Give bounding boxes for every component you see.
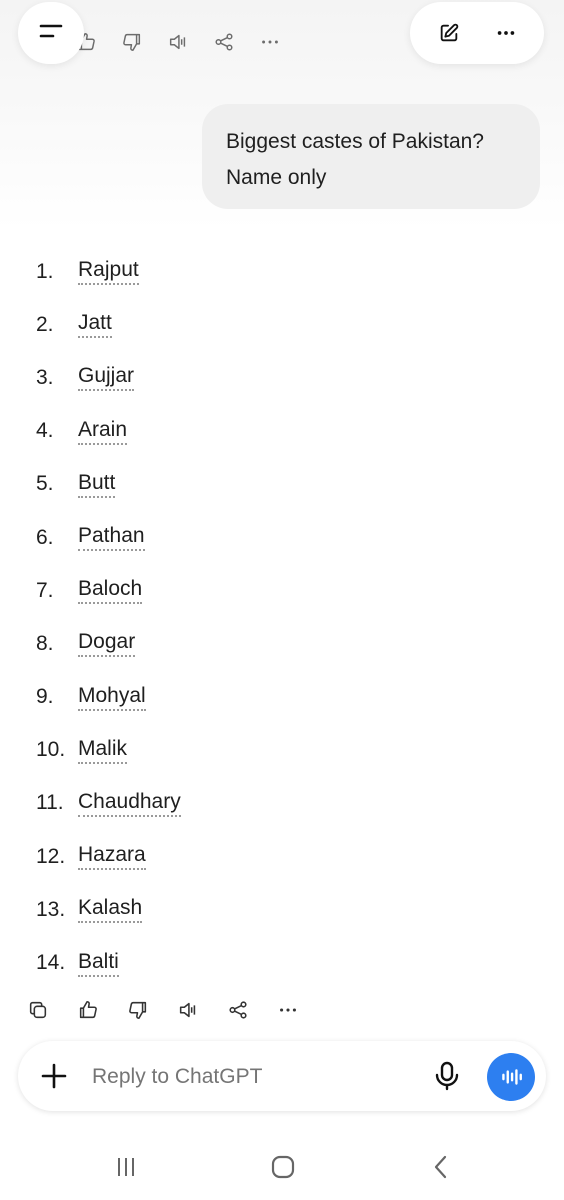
recents-icon bbox=[118, 1158, 134, 1176]
list-item: 7. Baloch bbox=[36, 564, 181, 617]
caste-name-link[interactable]: Rajput bbox=[78, 258, 139, 286]
user-message-line: Biggest castes of Pakistan? bbox=[226, 130, 484, 153]
caste-name-link[interactable]: Hazara bbox=[78, 843, 146, 871]
speaker-icon[interactable] bbox=[172, 994, 204, 1026]
list-number: 5. bbox=[36, 472, 54, 496]
caste-name-link[interactable]: Dogar bbox=[78, 630, 136, 658]
list-item: 4. Arain bbox=[36, 405, 181, 458]
add-attachment-button[interactable] bbox=[38, 1060, 70, 1092]
reply-input[interactable] bbox=[90, 1063, 394, 1091]
edit-icon bbox=[440, 23, 458, 42]
list-item: 1. Rajput bbox=[36, 245, 181, 298]
speaker-icon[interactable] bbox=[162, 26, 194, 58]
sidebar-menu-button[interactable] bbox=[18, 2, 84, 64]
list-item: 3. Gujjar bbox=[36, 351, 181, 404]
thumbs-down-icon[interactable] bbox=[116, 26, 148, 58]
list-number: 2. bbox=[36, 312, 54, 336]
list-item: 13. Kalash bbox=[36, 883, 181, 936]
list-item: 10. Malik bbox=[36, 724, 181, 777]
more-icon[interactable] bbox=[272, 994, 304, 1026]
list-number: 3. bbox=[36, 365, 54, 389]
list-item: 14. Balti bbox=[36, 936, 181, 989]
list-number: 4. bbox=[36, 419, 54, 443]
assistant-answer-list: 1. Rajput 2. Jatt 3. Gujjar 4. Arain 5. Butt … bbox=[36, 245, 181, 990]
thumbs-down-icon[interactable] bbox=[122, 994, 154, 1026]
voice-mode-button[interactable] bbox=[487, 1053, 535, 1101]
more-icon bbox=[497, 31, 514, 35]
share-icon[interactable] bbox=[208, 26, 240, 58]
caste-name-link[interactable]: Malik bbox=[78, 737, 128, 764]
list-number: 11. bbox=[36, 791, 64, 815]
mic-icon bbox=[435, 1061, 459, 1091]
caste-name-link[interactable]: Gujjar bbox=[78, 364, 135, 392]
caste-name-link[interactable]: Butt bbox=[78, 471, 116, 498]
assistant-message-actions bbox=[22, 994, 304, 1026]
share-icon[interactable] bbox=[222, 994, 254, 1026]
list-number: 12. bbox=[36, 844, 66, 868]
options-button[interactable] bbox=[490, 17, 522, 49]
user-message-bubble: Biggest castes of Pakistan? Name only bbox=[202, 104, 540, 209]
list-number: 10. bbox=[36, 738, 66, 762]
caste-name-link[interactable]: Mohyal bbox=[78, 684, 146, 711]
new-chat-button[interactable] bbox=[433, 17, 465, 49]
composer-bar bbox=[18, 1041, 546, 1111]
mic-button[interactable] bbox=[430, 1059, 464, 1093]
previous-message-actions bbox=[70, 26, 286, 58]
caste-name-link[interactable]: Balti bbox=[78, 950, 119, 977]
back-icon bbox=[434, 1155, 447, 1179]
list-item: 9. Mohyal bbox=[36, 671, 181, 724]
home-button[interactable] bbox=[268, 1152, 298, 1182]
list-item: 2. Jatt bbox=[36, 298, 181, 351]
top-right-actions bbox=[410, 2, 544, 64]
copy-icon[interactable] bbox=[22, 994, 54, 1026]
caste-name-link[interactable]: Pathan bbox=[78, 524, 145, 552]
menu-icon bbox=[37, 20, 65, 47]
list-item: 11. Chaudhary bbox=[36, 777, 181, 830]
thumbs-up-icon[interactable] bbox=[72, 994, 104, 1026]
list-number: 1. bbox=[36, 259, 54, 283]
list-number: 6. bbox=[36, 525, 54, 549]
list-number: 7. bbox=[36, 578, 54, 602]
list-item: 5. Butt bbox=[36, 458, 181, 511]
more-icon[interactable] bbox=[254, 26, 286, 58]
recents-button[interactable] bbox=[111, 1152, 141, 1182]
list-number: 9. bbox=[36, 685, 54, 709]
list-number: 8. bbox=[36, 631, 54, 655]
list-item: 8. Dogar bbox=[36, 617, 181, 670]
list-number: 13. bbox=[36, 897, 66, 921]
caste-name-link[interactable]: Arain bbox=[78, 418, 128, 445]
plus-icon bbox=[41, 1063, 67, 1089]
home-icon bbox=[271, 1155, 295, 1179]
voice-mode-icon bbox=[502, 1069, 522, 1085]
caste-name-link[interactable]: Chaudhary bbox=[78, 790, 181, 817]
caste-name-link[interactable]: Jatt bbox=[78, 311, 112, 339]
system-navigation-bar bbox=[0, 1130, 564, 1200]
back-button[interactable] bbox=[426, 1152, 456, 1182]
list-item: 6. Pathan bbox=[36, 511, 181, 564]
user-message-line: Name only bbox=[226, 166, 327, 189]
list-item: 12. Hazara bbox=[36, 830, 181, 883]
caste-name-link[interactable]: Kalash bbox=[78, 896, 143, 924]
caste-name-link[interactable]: Baloch bbox=[78, 577, 143, 605]
list-number: 14. bbox=[36, 951, 66, 975]
